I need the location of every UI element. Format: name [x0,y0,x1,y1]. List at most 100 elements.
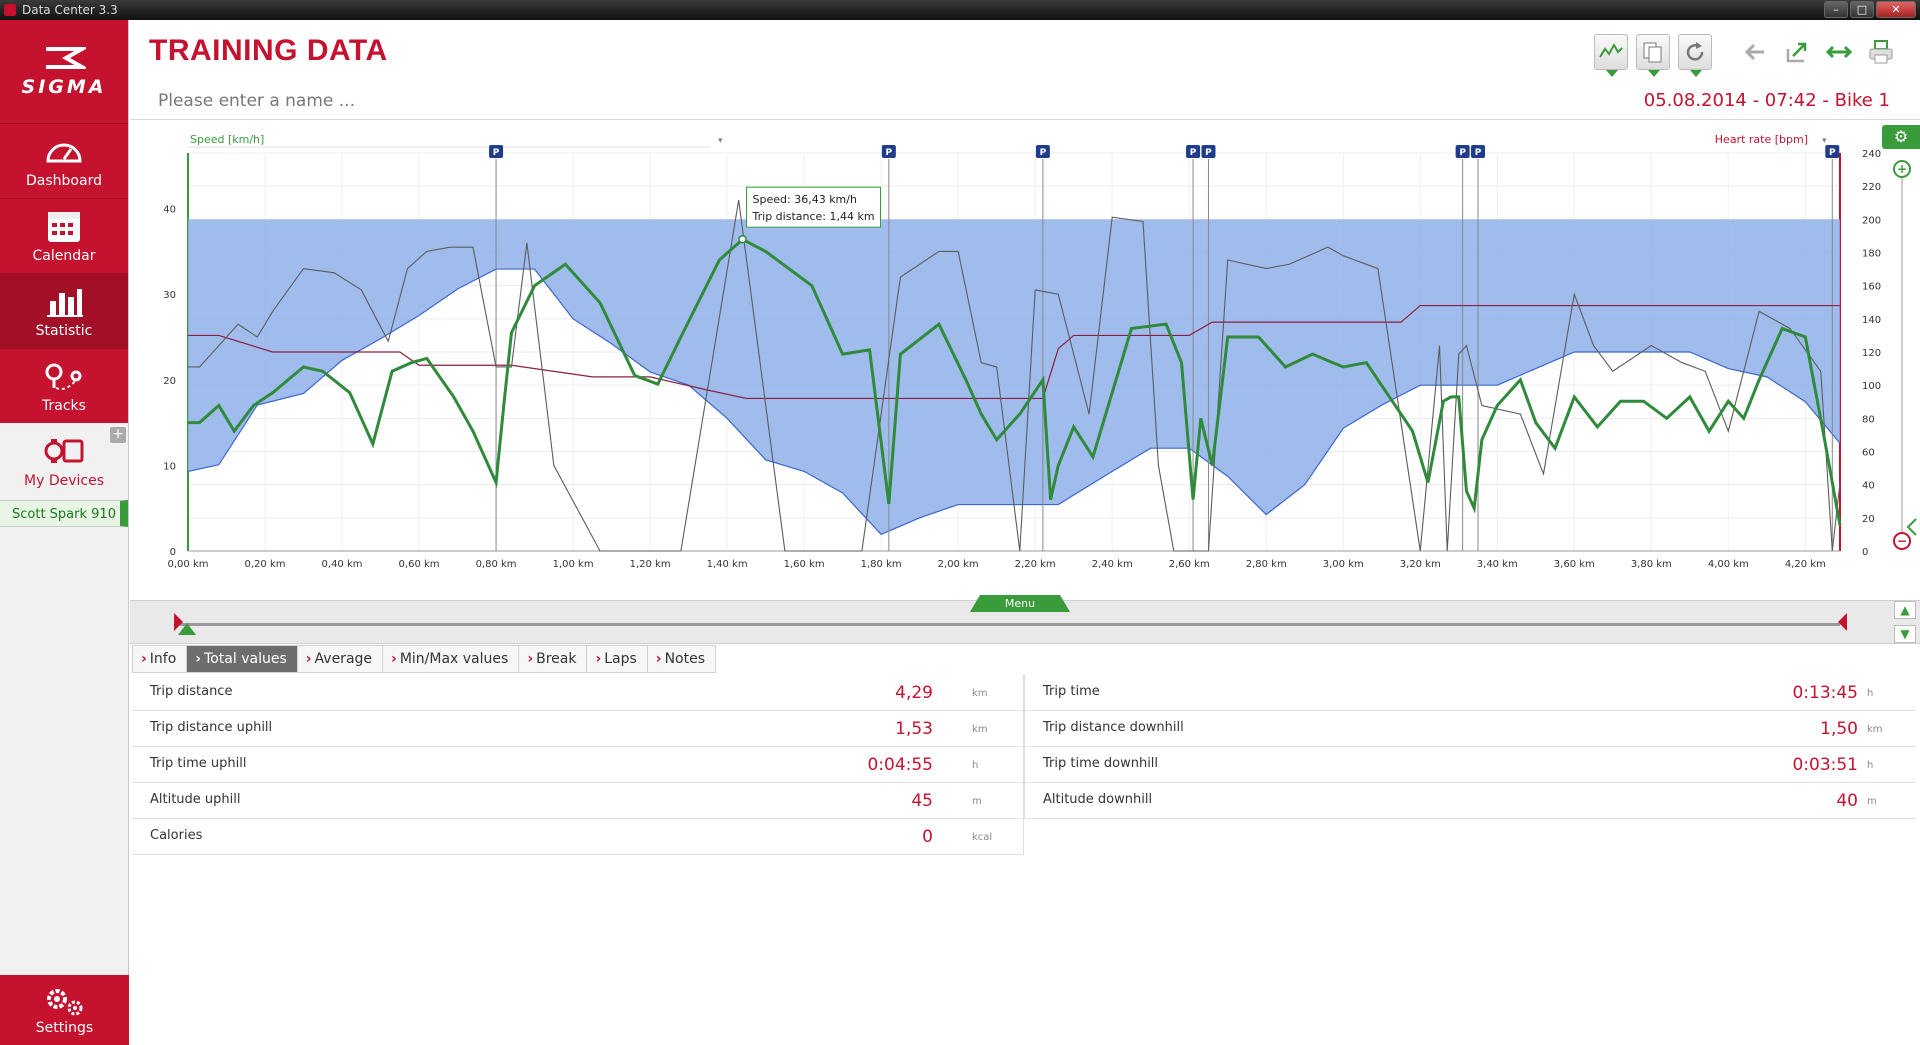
window-controls: – □ ✕ [1824,1,1916,18]
chart-view-button[interactable] [1594,34,1628,77]
value-unit: km [972,724,988,735]
tab-label: Laps [604,651,637,667]
map-pin-icon [45,363,82,390]
playhead-handle[interactable] [178,623,196,635]
value-label: Trip distance [150,684,233,699]
x-tick-label: 0,20 km [245,559,286,570]
expand-button[interactable] [1822,34,1856,70]
copy-icon [1643,42,1662,63]
dropdown-arrow-icon [1690,70,1702,77]
sidebar-item-label: My Devices [24,472,104,489]
back-button[interactable] [1738,34,1772,70]
values-column-right: Trip time 0:13:45 h Trip distance downhill 1… [1024,675,1916,819]
sidebar-item-tracks[interactable]: Tracks [0,348,128,423]
panel-up-button[interactable]: ▲ [1894,601,1916,619]
value-unit: kcal [972,832,993,843]
x-tick-label: 2,40 km [1092,559,1133,570]
scrubber-track[interactable] [180,623,1840,626]
refresh-icon [1686,42,1704,61]
value-label: Calories [150,828,203,843]
device-scott-spark[interactable]: Scott Spark 910 [0,500,128,527]
tab-label: Average [314,651,373,667]
chart-canvas[interactable]: 0 20 40 60 80 100 120 140 160 180 200 220 240 0 10 20 30… [130,121,1920,601]
chevron-right-icon: › [595,651,602,667]
brand-logo: SIGMA [0,20,128,123]
sidebar: SIGMA Dashboard Calendar Statistic Track… [0,20,129,1045]
range-end-handle[interactable] [1838,613,1847,631]
window-titlebar: Data Center 3.3 – □ ✕ [0,0,1920,20]
y-right-tick-label: 60 [1862,448,1875,459]
tab-break[interactable]: › Break [519,645,588,673]
tab-label: Notes [664,651,706,667]
tab-label: Total values [204,651,287,667]
tab-label: Break [536,651,577,667]
tab-min-max-values[interactable]: › Min/Max values [383,645,520,673]
value-label: Trip distance uphill [150,720,273,735]
minimize-button[interactable]: – [1824,1,1848,18]
gears-icon [46,989,82,1016]
tab-notes[interactable]: › Notes [647,645,717,673]
menu-tab[interactable]: Menu [970,595,1070,612]
x-tick-label: 2,80 km [1246,559,1287,570]
y-right-tick-label: 100 [1862,381,1881,392]
tooltip-point [738,234,747,244]
copy-button[interactable] [1636,34,1670,77]
chevron-right-icon: › [141,651,147,667]
add-device-button[interactable]: + [110,427,126,443]
sidebar-item-statistic[interactable]: Statistic [0,273,128,348]
maximize-button[interactable]: □ [1850,1,1874,18]
close-button[interactable]: ✕ [1876,1,1916,18]
sidebar-item-label: Calendar [32,248,96,264]
sidebar-item-label: Dashboard [26,173,102,189]
dropdown-arrow-icon [1648,70,1660,77]
brand-name: SIGMA [21,76,107,98]
sidebar-item-calendar[interactable]: Calendar [0,198,128,273]
chevron-right-icon: › [527,651,534,667]
gauge-icon [46,143,82,163]
value-number: 1,53 [895,719,933,739]
x-tick-label: 0,00 km [168,559,209,570]
y-right-tick-label: 0 [1862,547,1868,558]
training-chart[interactable]: 0 20 40 60 80 100 120 140 160 180 200 220 240 0 10 20 30… [130,121,1920,601]
value-row: Calories 0 kcal [132,819,1023,855]
pause-marker-label: P [1205,148,1212,158]
y-left-tick-label: 20 [163,376,176,387]
range-scrubber[interactable]: Menu ▲ ▼ [130,595,1920,644]
value-number: 4,29 [895,683,933,703]
tab-info[interactable]: › Info [132,645,188,673]
export-button[interactable] [1780,34,1814,70]
sidebar-item-settings[interactable]: Settings [0,975,129,1045]
arrows-horizontal-icon [1826,45,1852,59]
tab-label: Min/Max values [399,651,509,667]
x-tick-label: 0,80 km [476,559,517,570]
app-icon [4,4,16,16]
refresh-button[interactable] [1678,34,1712,77]
page-title: TRAINING DATA [149,34,388,67]
panel-down-button[interactable]: ▼ [1894,625,1916,643]
x-tick-label: 1,00 km [553,559,594,570]
tab-total-values[interactable]: › Total values [187,645,298,673]
y-right-tick-label: 240 [1862,149,1881,160]
tab-laps[interactable]: › Laps [587,645,648,673]
sidebar-item-my-devices[interactable]: + My Devices [0,423,128,498]
value-row: Trip distance 4,29 km [132,675,1023,711]
training-name-input[interactable] [148,88,748,114]
arrow-left-icon [1744,43,1764,61]
x-tick-label: 0,40 km [322,559,363,570]
y-right-tick-label: 200 [1862,215,1881,226]
print-button[interactable] [1864,34,1898,70]
pause-marker-label: P [1459,148,1466,158]
x-tick-label: 1,60 km [784,559,825,570]
x-tick-label: 4,20 km [1785,559,1826,570]
right-axis-label: Heart rate [bpm] [1715,133,1808,146]
y-right-tick-label: 120 [1862,348,1881,359]
sigma-logo-icon [42,45,90,76]
sidebar-item-dashboard[interactable]: Dashboard [0,123,128,198]
pause-marker-label: P [493,148,500,158]
y-right-tick-label: 20 [1862,514,1875,525]
chart-settings-button[interactable]: ⚙ [1882,125,1920,149]
x-tick-label: 2,00 km [938,559,979,570]
tab-average[interactable]: › Average [297,645,384,673]
chevron-right-icon: › [655,651,662,667]
y-left-tick-label: 40 [163,205,176,216]
